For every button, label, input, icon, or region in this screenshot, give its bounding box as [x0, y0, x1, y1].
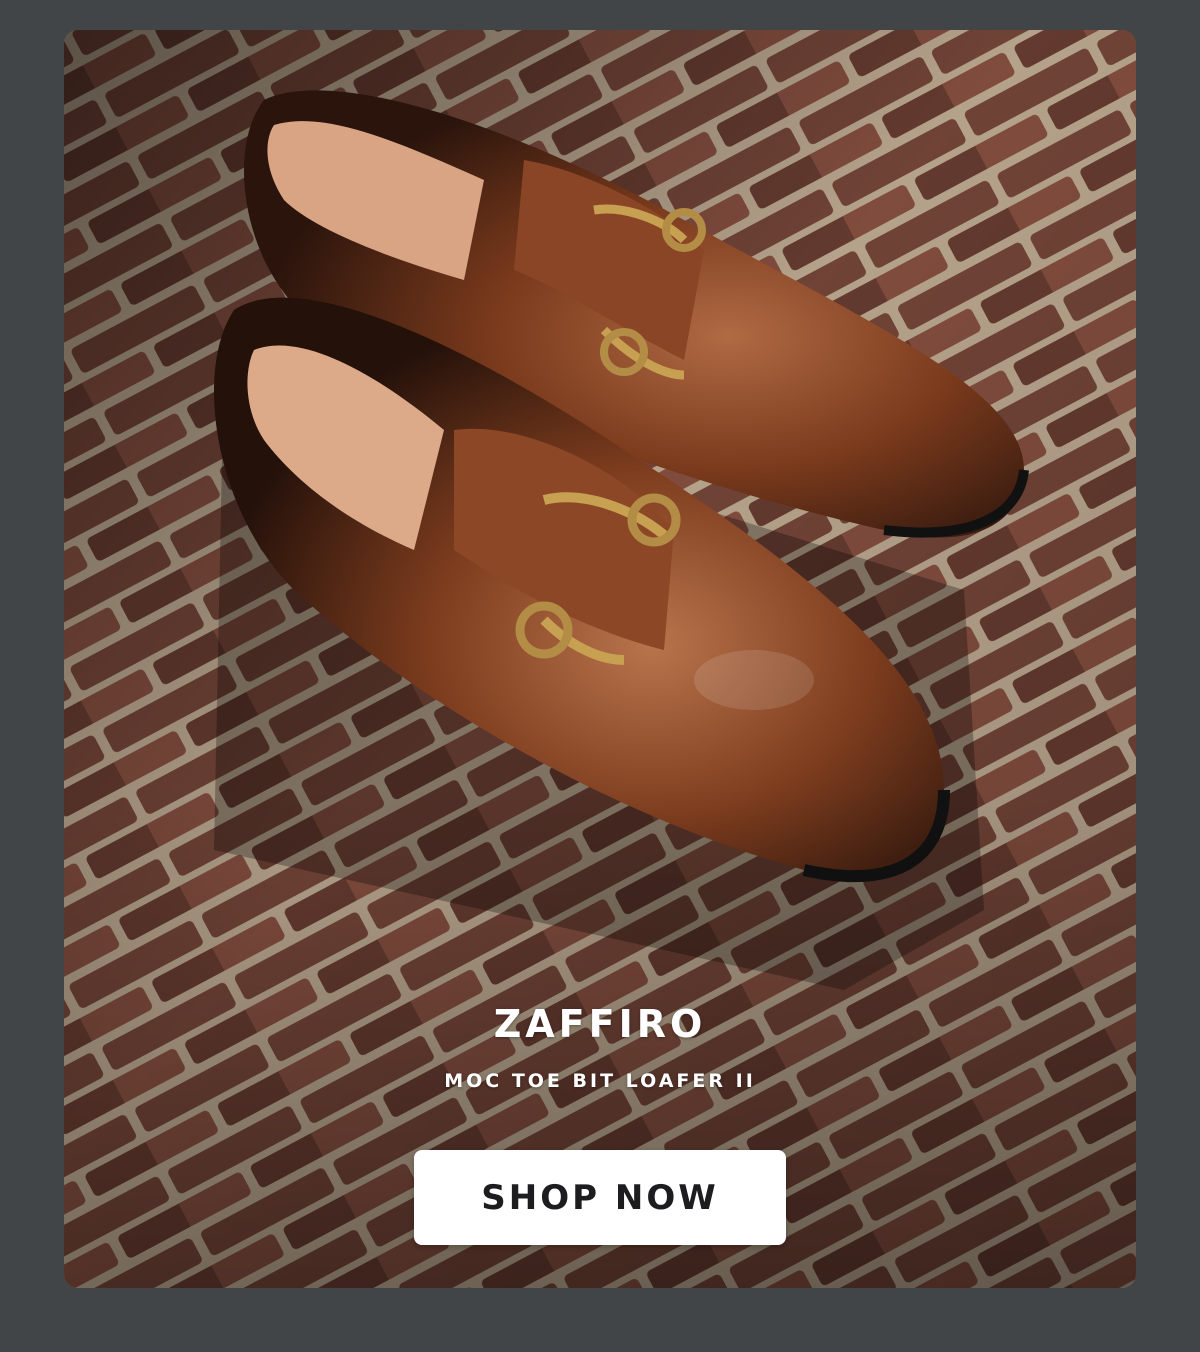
product-photo — [64, 30, 1136, 1288]
product-card[interactable]: ZAFFIRO MOC TOE BIT LOAFER II SHOP NOW — [64, 30, 1136, 1288]
shop-now-button[interactable]: SHOP NOW — [414, 1150, 786, 1245]
product-name: ZAFFIRO — [493, 1002, 707, 1046]
product-style: MOC TOE BIT LOAFER II — [444, 1070, 756, 1092]
